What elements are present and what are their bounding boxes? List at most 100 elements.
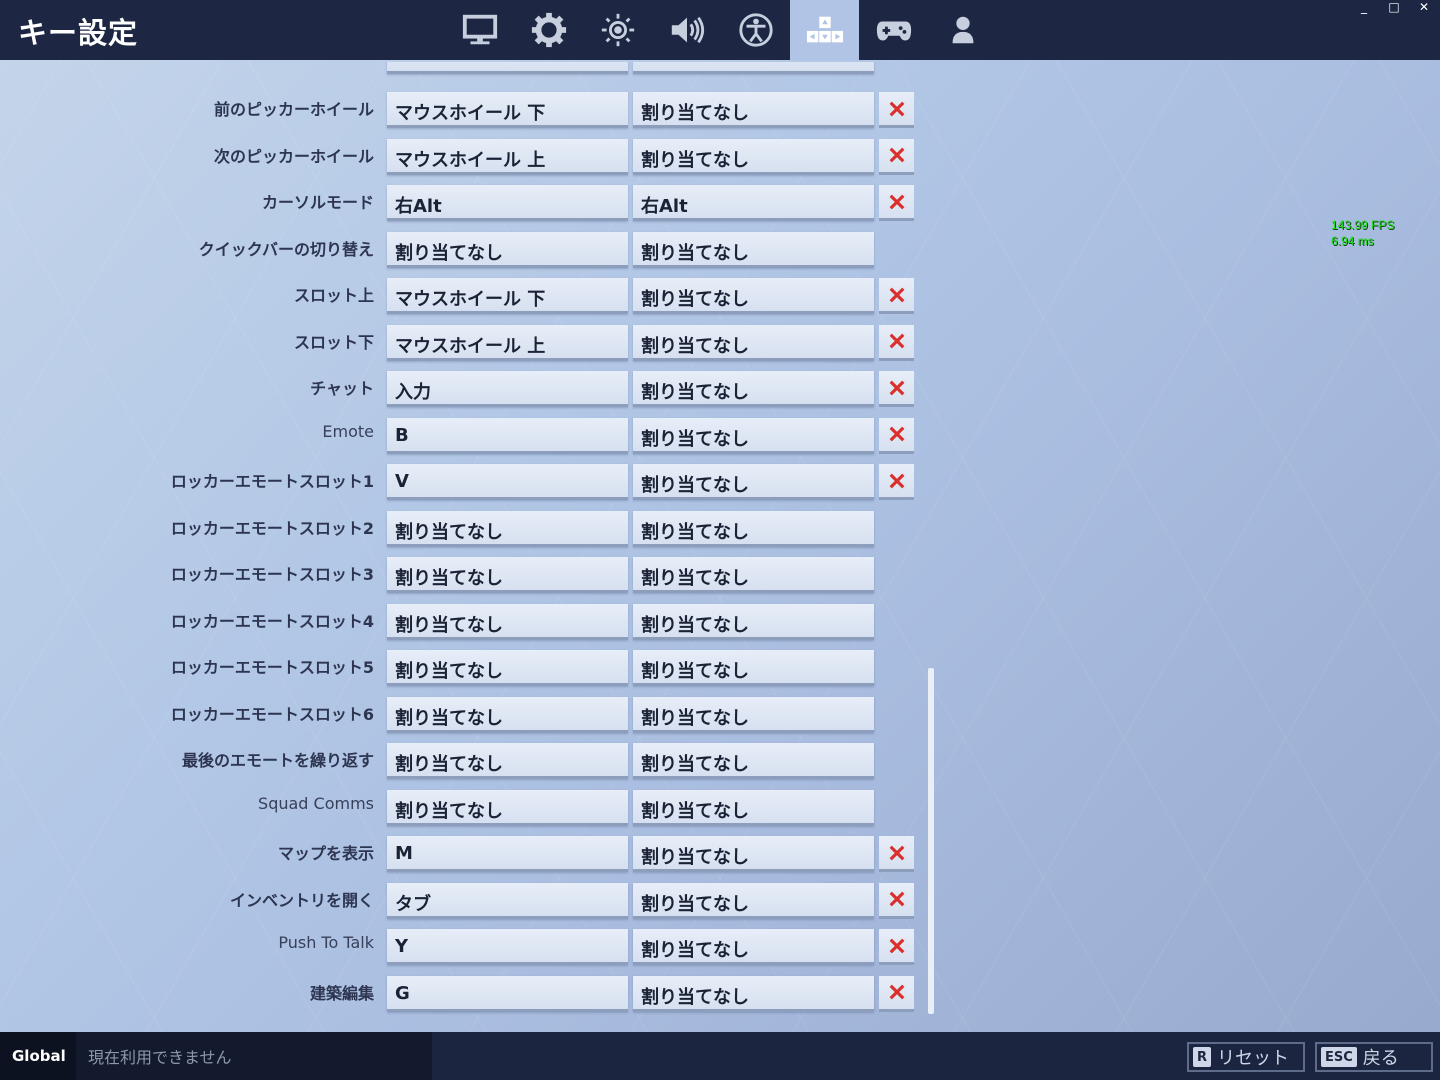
primary-key-button[interactable]: G	[387, 975, 628, 1012]
action-label: ロッカーエモートスロット4	[170, 611, 374, 631]
secondary-key-button[interactable]: 右Alt	[633, 185, 874, 221]
primary-key-button[interactable]: 割り当てなし	[387, 603, 628, 640]
clear-binding-button[interactable]	[879, 836, 914, 872]
secondary-key-button[interactable]: 割り当てなし	[633, 231, 874, 268]
clear-binding-button[interactable]	[879, 324, 914, 361]
tab-accessibility[interactable]	[721, 0, 790, 60]
primary-key-button[interactable]: M	[387, 836, 628, 872]
action-label: ロッカーエモートスロット2	[170, 518, 374, 538]
primary-key-button[interactable]: 割り当てなし	[387, 650, 628, 686]
action-label: チャット	[310, 379, 374, 398]
close-icon	[889, 101, 904, 116]
maximize-button[interactable]: □	[1388, 0, 1400, 14]
primary-key-button[interactable]: マウスホイール 上	[387, 138, 628, 175]
action-label: カーソルモード	[261, 193, 374, 212]
back-button[interactable]: ESC 戻る	[1315, 1042, 1433, 1072]
primary-key-button[interactable]: マウスホイール 上	[387, 324, 628, 361]
keybinding-row: チャット 入力 割り当てなし	[0, 371, 930, 411]
primary-key-button[interactable]: 右Alt	[387, 185, 628, 221]
keybinding-row: Squad Comms 割り当てなし 割り当てなし	[0, 789, 930, 830]
tab-controller[interactable]	[859, 0, 928, 60]
primary-key-button[interactable]: マウスホイール 下	[387, 278, 628, 314]
clear-binding-button[interactable]	[879, 882, 914, 919]
clear-binding-button[interactable]	[879, 278, 914, 314]
tab-account[interactable]	[928, 0, 997, 60]
primary-key-button[interactable]: V	[387, 464, 628, 500]
secondary-key-button[interactable]: 割り当てなし	[633, 789, 874, 826]
primary-key-button[interactable]: 割り当てなし	[387, 510, 628, 547]
secondary-key-button[interactable]: 割り当てなし	[633, 975, 874, 1012]
clear-binding-button[interactable]	[879, 138, 914, 175]
clear-binding-button[interactable]	[879, 371, 914, 407]
status-text: 現在利用できません	[76, 1032, 432, 1080]
secondary-key-button[interactable]: 割り当てなし	[633, 371, 874, 407]
keybinding-row: ロッカーエモートスロット1 V 割り当てなし	[0, 464, 930, 504]
secondary-key-button[interactable]	[633, 62, 874, 74]
secondary-key-button[interactable]: 割り当てなし	[633, 743, 874, 779]
action-label: 建築編集	[309, 983, 374, 1003]
action-label: 次のピッカーホイール	[213, 146, 374, 166]
primary-key-button[interactable]: Y	[387, 929, 628, 965]
action-label: マップを表示	[277, 844, 374, 863]
action-label: ロッカーエモートスロット5	[170, 658, 374, 677]
secondary-key-button[interactable]: 割り当てなし	[633, 696, 874, 733]
keybinding-row-partial	[0, 62, 930, 78]
keybinding-row: カーソルモード 右Alt 右Alt	[0, 185, 930, 225]
action-label: スロット下	[293, 332, 374, 352]
tab-game[interactable]	[514, 0, 583, 60]
secondary-key-button[interactable]: 割り当てなし	[633, 138, 874, 175]
scope-label: Global	[0, 1032, 76, 1080]
fps-value: 143.99 FPS	[1331, 218, 1395, 232]
secondary-key-button[interactable]: 割り当てなし	[633, 510, 874, 547]
secondary-key-button[interactable]: 割り当てなし	[633, 650, 874, 686]
primary-key-button[interactable]: 入力	[387, 371, 628, 407]
secondary-key-button[interactable]: 割り当てなし	[633, 92, 874, 128]
clear-binding-button[interactable]	[879, 185, 914, 221]
secondary-key-button[interactable]: 割り当てなし	[633, 836, 874, 872]
primary-key-button[interactable]: 割り当てなし	[387, 231, 628, 268]
back-label: 戻る	[1362, 1048, 1399, 1069]
action-label: Emote	[322, 421, 374, 441]
reset-button[interactable]: R リセット	[1187, 1042, 1305, 1072]
primary-key-button[interactable]: 割り当てなし	[387, 696, 628, 733]
primary-key-button[interactable]: B	[387, 417, 628, 454]
primary-key-button[interactable]: 割り当てなし	[387, 557, 628, 593]
secondary-key-button[interactable]: 割り当てなし	[633, 417, 874, 454]
close-icon	[889, 984, 904, 1000]
gamepad-icon	[876, 21, 911, 41]
primary-key-button[interactable]: マウスホイール 下	[387, 92, 628, 128]
minimize-button[interactable]: _	[1358, 0, 1370, 14]
clear-binding-button[interactable]	[879, 464, 914, 500]
tab-keys[interactable]	[790, 0, 859, 60]
secondary-key-button[interactable]: 割り当てなし	[633, 278, 874, 314]
primary-key-button[interactable]: タブ	[387, 882, 628, 919]
page-title: キー設定	[18, 16, 139, 50]
tab-video[interactable]	[445, 0, 514, 60]
clear-binding-button[interactable]	[879, 975, 914, 1012]
primary-key-button[interactable]	[387, 62, 628, 74]
secondary-key-button[interactable]: 割り当てなし	[633, 464, 874, 500]
gear-icon	[531, 12, 566, 48]
clear-binding-button[interactable]	[879, 92, 914, 128]
secondary-key-button[interactable]: 割り当てなし	[633, 603, 874, 640]
primary-key-button[interactable]: 割り当てなし	[387, 789, 628, 826]
keybinding-row: 最後のエモートを繰り返す 割り当てなし 割り当てなし	[0, 743, 930, 783]
action-label: ロッカーエモートスロット3	[170, 565, 374, 584]
action-label: スロット上	[293, 286, 374, 305]
close-button[interactable]: ✕	[1418, 0, 1430, 14]
secondary-key-button[interactable]: 割り当てなし	[633, 324, 874, 361]
clear-binding-button[interactable]	[879, 417, 914, 454]
secondary-key-button[interactable]: 割り当てなし	[633, 929, 874, 965]
keybinding-row: クイックバーの切り替え 割り当てなし 割り当てなし	[0, 231, 930, 272]
clear-binding-button[interactable]	[879, 929, 914, 965]
secondary-key-button[interactable]: 割り当てなし	[633, 882, 874, 919]
tab-brightness[interactable]	[583, 0, 652, 60]
keys-icon	[806, 16, 843, 43]
close-icon	[889, 938, 904, 953]
keybinding-list[interactable]: 前のピッカーホイール マウスホイール 下割り当てなし 次のピッカーホイール マウスホイ…	[0, 62, 930, 1032]
scrollbar[interactable]	[928, 668, 934, 1014]
secondary-key-button[interactable]: 割り当てなし	[633, 557, 874, 593]
tab-audio[interactable]	[652, 0, 721, 60]
keybinding-row: ロッカーエモートスロット4 割り当てなし 割り当てなし	[0, 603, 930, 644]
primary-key-button[interactable]: 割り当てなし	[387, 743, 628, 779]
